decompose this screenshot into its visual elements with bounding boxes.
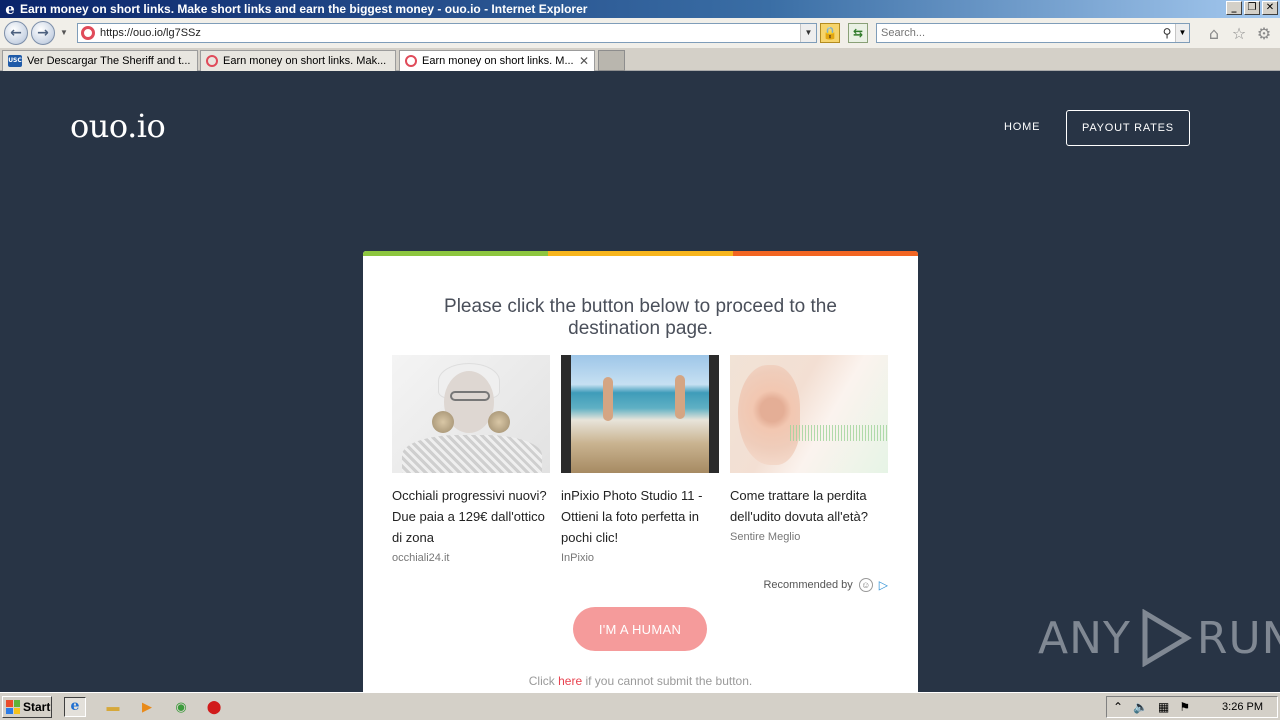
watermark-right: RUN	[1196, 612, 1280, 664]
taskbar-chrome-icon[interactable]: ◉	[170, 697, 192, 717]
favorites-star-icon[interactable]: ☆	[1230, 25, 1248, 43]
back-arrow-icon: ←	[10, 25, 22, 41]
ad-source: occhiali24.it	[392, 552, 450, 564]
close-window-button[interactable]: ✕	[1262, 1, 1278, 15]
ad-tile-glasses[interactable]: Occhiali progressivi nuovi? Due paia a 1…	[392, 355, 550, 564]
play-logo-icon	[1142, 609, 1192, 667]
watermark-left: ANY	[1038, 612, 1131, 664]
tools-gear-icon[interactable]: ⚙	[1255, 25, 1273, 43]
ad-source: InPixio	[561, 552, 595, 564]
recommended-by-attribution[interactable]: Recommended by ☺ ▷	[763, 578, 888, 592]
forward-arrow-icon: →	[37, 25, 49, 41]
recommended-by-label: Recommended by	[763, 579, 853, 591]
outbrain-icon[interactable]: ☺	[858, 578, 873, 592]
recent-pages-dropdown[interactable]: ▼	[60, 28, 68, 37]
fallback-text: Click here if you cannot submit the butt…	[363, 674, 918, 688]
proceed-heading: Please click the button below to proceed…	[444, 296, 837, 339]
ad-headline[interactable]: Come trattare la perdita dell'udito dovu…	[730, 485, 888, 527]
accent-segment-yellow	[548, 251, 733, 256]
site-favicon-icon	[81, 26, 95, 40]
tray-expand-icon[interactable]: ⌃	[1113, 700, 1123, 714]
taskbar-media-player-icon[interactable]: ▶	[136, 697, 158, 717]
tab-favicon-icon: USC	[8, 55, 22, 67]
browser-navigation-bar: ← → ▼ https://ouo.io/lg7SSz ▼ 🔒 ⇆ ⚲ ▼ ⌂ …	[0, 18, 1280, 48]
tab-label: Earn money on short links. Mak...	[223, 55, 387, 67]
ad-headline[interactable]: Occhiali progressivi nuovi? Due paia a 1…	[392, 485, 550, 548]
ad-source: Sentire Meglio	[730, 531, 801, 543]
anyrun-watermark: ANY RUN	[1038, 609, 1280, 667]
tab-ouo-1[interactable]: Earn money on short links. Mak...	[200, 50, 396, 71]
refresh-button[interactable]: ⇆	[848, 23, 868, 43]
taskbar-opera-icon[interactable]: ⬤	[203, 697, 225, 717]
close-tab-icon[interactable]: ✕	[579, 54, 589, 68]
ad-image-elderly-woman-glasses[interactable]	[392, 355, 550, 473]
window-title: Earn money on short links. Make short li…	[20, 2, 588, 16]
system-tray: ⌃ 🔈 ▦ ⚑ 3:26 PM	[1106, 696, 1278, 718]
ad-image-beach[interactable]	[561, 355, 719, 473]
search-provider-dropdown[interactable]: ▼	[1175, 24, 1189, 42]
nav-payout-rates-button[interactable]: PAYOUT RATES	[1066, 110, 1190, 146]
taskbar-explorer-folder-icon[interactable]: ▬	[102, 697, 124, 717]
site-logo[interactable]: ouo.io	[70, 107, 166, 145]
address-url[interactable]: https://ouo.io/lg7SSz	[100, 27, 800, 39]
internet-explorer-icon: e	[5, 0, 15, 18]
tab-label: Ver Descargar The Sheriff and t...	[27, 55, 191, 67]
tab-favicon-icon	[405, 55, 417, 67]
ad-image-ear[interactable]	[730, 355, 888, 473]
tab-ouo-active[interactable]: Earn money on short links. M... ✕	[399, 50, 595, 71]
action-center-flag-icon[interactable]: ⚑	[1179, 700, 1190, 714]
tab-favicon-icon	[206, 55, 218, 67]
fallback-here-link[interactable]: here	[558, 674, 582, 688]
accent-bar	[363, 251, 918, 256]
nav-home-link[interactable]: HOME	[1004, 121, 1040, 133]
adchoices-icon[interactable]: ▷	[879, 578, 888, 592]
ad-tile-inpixio[interactable]: inPixio Photo Studio 11 - Ottieni la fot…	[561, 355, 719, 564]
search-icon[interactable]: ⚲	[1159, 26, 1175, 40]
proceed-card: Please click the button below to proceed…	[363, 251, 918, 692]
home-icon[interactable]: ⌂	[1205, 25, 1223, 43]
search-input[interactable]	[877, 27, 1159, 39]
address-bar[interactable]: https://ouo.io/lg7SSz ▼	[77, 23, 817, 43]
tab-ver-descargar[interactable]: USC Ver Descargar The Sheriff and t...	[2, 50, 198, 71]
forward-button[interactable]: →	[31, 21, 55, 45]
security-lock-icon[interactable]: 🔒	[820, 23, 840, 43]
tab-label: Earn money on short links. M...	[422, 55, 574, 67]
start-label: Start	[23, 700, 51, 714]
im-a-human-button[interactable]: I'M A HUMAN	[573, 607, 707, 651]
fallback-suffix: if you cannot submit the button.	[582, 674, 753, 688]
fallback-prefix: Click	[528, 674, 559, 688]
accent-segment-orange	[733, 251, 918, 256]
tab-strip: USC Ver Descargar The Sheriff and t... E…	[0, 48, 1280, 71]
accent-segment-green	[363, 251, 548, 256]
ad-headline[interactable]: inPixio Photo Studio 11 - Ottieni la fot…	[561, 485, 719, 548]
start-button[interactable]: Start	[2, 696, 52, 718]
restore-button[interactable]: ❐	[1244, 1, 1260, 15]
new-tab-button[interactable]	[598, 50, 625, 71]
taskbar-ie-icon[interactable]: e	[64, 697, 86, 717]
window-title-bar: e Earn money on short links. Make short …	[0, 0, 1280, 18]
minimize-button[interactable]: _	[1226, 1, 1242, 15]
ad-tile-hearing[interactable]: Come trattare la perdita dell'udito dovu…	[730, 355, 888, 543]
web-page: ouo.io HOME PAYOUT RATES Please click th…	[0, 71, 1280, 692]
windows-taskbar: Start e ▬ ▶ ◉ ⬤ ⌃ 🔈 ▦ ⚑ 3:26 PM	[0, 692, 1280, 720]
windows-logo-icon	[6, 700, 20, 714]
address-dropdown-button[interactable]: ▼	[800, 24, 816, 42]
volume-icon[interactable]: 🔈	[1133, 700, 1148, 714]
network-icon[interactable]: ▦	[1158, 700, 1169, 714]
search-box[interactable]: ⚲ ▼	[876, 23, 1190, 43]
back-button[interactable]: ←	[4, 21, 28, 45]
clock[interactable]: 3:26 PM	[1222, 701, 1263, 713]
